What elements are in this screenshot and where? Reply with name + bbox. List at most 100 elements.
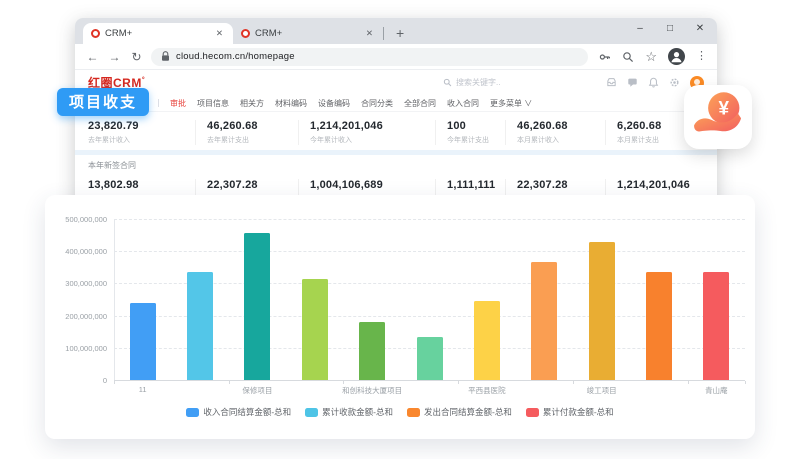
x-axis-tick-label: 11 (88, 385, 198, 394)
metric-value: 46,260.68 (207, 120, 290, 132)
bar[interactable] (703, 272, 729, 380)
metric-value: 1,214,201,046 (310, 120, 427, 132)
crm-search[interactable] (443, 78, 536, 87)
legend-item[interactable]: 累计付款金额-总和 (526, 406, 614, 418)
nav-item-9[interactable]: 全部合同 (404, 98, 436, 109)
tab-title: CRM+ (105, 28, 209, 39)
bell-icon[interactable] (648, 77, 659, 88)
search-input[interactable] (456, 78, 536, 87)
bar[interactable] (589, 242, 615, 380)
gridline (114, 251, 745, 252)
minimize-button[interactable]: – (625, 18, 655, 42)
x-axis-tick (573, 381, 574, 384)
search-icon (443, 78, 452, 87)
reload-icon[interactable]: ↻ (129, 50, 144, 64)
message-icon[interactable] (627, 77, 638, 88)
bar[interactable] (417, 337, 443, 380)
legend-item[interactable]: 累计收款金额-总和 (305, 406, 393, 418)
metric-label: 去年累计支出 (207, 135, 290, 145)
nav-item-8[interactable]: 合同分类 (361, 98, 393, 109)
bar[interactable] (302, 279, 328, 380)
new-tab-button[interactable]: + (396, 26, 404, 40)
forward-icon[interactable]: → (107, 50, 122, 64)
settings-gear-icon[interactable] (669, 77, 680, 88)
chart-legend: 收入合同结算金额-总和 累计收款金额-总和 发出合同结算金额-总和 累计付款金额-总和 (45, 406, 755, 418)
legend-swatch (526, 408, 539, 417)
lock-icon (161, 51, 170, 62)
nav-item-11[interactable]: 更多菜单 ∨ (490, 98, 532, 109)
bar[interactable] (130, 303, 156, 380)
x-axis-tick (114, 381, 115, 384)
x-axis-tick-label: 青山庵 (661, 385, 771, 396)
nav-item-4[interactable]: 项目信息 (197, 98, 229, 109)
metrics-row-1: 23,820.79去年累计收入 46,260.68 去年累计支出 1,214,201,… (75, 112, 717, 150)
x-axis-tick (688, 381, 689, 384)
search-zoom-icon[interactable] (622, 51, 634, 63)
chart-card: 0100,000,000200,000,000300,000,000400,00… (45, 195, 755, 439)
y-axis-tick-label: 0 (49, 376, 107, 385)
hand-holding-yuan-icon: ¥ (690, 90, 746, 144)
project-income-expense-badge[interactable]: 项目收支 (57, 88, 149, 116)
yuan-symbol: ¥ (718, 99, 729, 120)
section-title: 本年新签合同 (75, 155, 717, 171)
bar[interactable] (646, 272, 672, 380)
key-icon[interactable] (599, 51, 611, 63)
crm-nav: 首页重点关注审批项目信息相关方材料编码设备编码合同分类全部合同收入合同更多菜单 … (75, 95, 717, 112)
legend-label: 累计收款金额-总和 (322, 406, 393, 418)
metric-value: 100 (447, 120, 497, 132)
bar[interactable] (531, 262, 557, 380)
nav-divider (158, 99, 159, 107)
metric-label: 今年累计收入 (310, 135, 427, 145)
x-axis-line (114, 380, 745, 381)
tab-close-icon[interactable]: ✕ (214, 28, 225, 39)
bar[interactable] (359, 322, 385, 380)
browser-tab[interactable]: CRM+ ✕ (83, 23, 233, 44)
y-axis-tick-label: 300,000,000 (49, 279, 107, 288)
legend-label: 累计付款金额-总和 (543, 406, 614, 418)
browser-tab[interactable]: CRM+✕ (233, 23, 383, 44)
close-button[interactable]: ✕ (685, 18, 715, 42)
metric-value: 13,802.98 (88, 179, 187, 191)
metric-label: 去年累计收入 (88, 135, 187, 145)
x-axis-tick-label: 竣工项目 (547, 385, 657, 396)
y-axis-tick-label: 400,000,000 (49, 247, 107, 256)
inbox-icon[interactable] (606, 77, 617, 88)
profile-avatar[interactable] (668, 48, 685, 65)
legend-item[interactable]: 收入合同结算金额-总和 (186, 406, 291, 418)
nav-item-7[interactable]: 设备编码 (318, 98, 350, 109)
nav-item-5[interactable]: 相关方 (240, 98, 264, 109)
window-controls: –□✕ (625, 18, 715, 42)
nav-item-10[interactable]: 收入合同 (447, 98, 479, 109)
bookmark-star-icon[interactable]: ☆ (645, 50, 657, 63)
legend-swatch (305, 408, 318, 417)
x-axis-tick (745, 381, 746, 384)
kebab-menu-icon[interactable]: ⋮ (696, 51, 707, 62)
nav-item-3[interactable]: 审批 (170, 98, 186, 109)
y-axis-tick-label: 500,000,000 (49, 215, 107, 224)
address-bar-actions: ☆ ⋮ (599, 48, 707, 65)
maximize-button[interactable]: □ (655, 18, 685, 42)
crm-header-actions (443, 76, 704, 90)
metric: 23,820.79去年累计收入 (88, 120, 195, 145)
y-axis-line (114, 219, 115, 380)
metric-value: 1,214,201,046 (617, 179, 709, 191)
x-axis-tick-label: 和创科技大厦项目 (317, 385, 427, 396)
url-bar[interactable]: cloud.hecom.cn/homepage (151, 48, 588, 66)
x-axis-tick (229, 381, 230, 384)
tab-close-icon[interactable]: ✕ (364, 28, 375, 39)
legend-item[interactable]: 发出合同结算金额-总和 (407, 406, 512, 418)
metric-value: 1,004,106,689 (310, 179, 427, 191)
y-axis-tick-label: 100,000,000 (49, 344, 107, 353)
bar[interactable] (474, 301, 500, 380)
metric: 46,260.68本月累计收入 (505, 120, 605, 145)
x-axis-tick-label: 保修项目 (202, 385, 312, 396)
nav-item-6[interactable]: 材料编码 (275, 98, 307, 109)
bar-chart: 0100,000,000200,000,000300,000,000400,00… (45, 195, 755, 439)
url-text: cloud.hecom.cn/homepage (176, 51, 295, 62)
back-icon[interactable]: ← (85, 50, 100, 64)
money-icon-card[interactable]: ¥ (684, 85, 752, 149)
bar[interactable] (244, 233, 270, 380)
bar[interactable] (187, 272, 213, 380)
tab-strip: CRM+✕CRM+✕ + –□✕ (75, 18, 717, 44)
x-axis-tick-label: 平西县医院 (432, 385, 542, 396)
